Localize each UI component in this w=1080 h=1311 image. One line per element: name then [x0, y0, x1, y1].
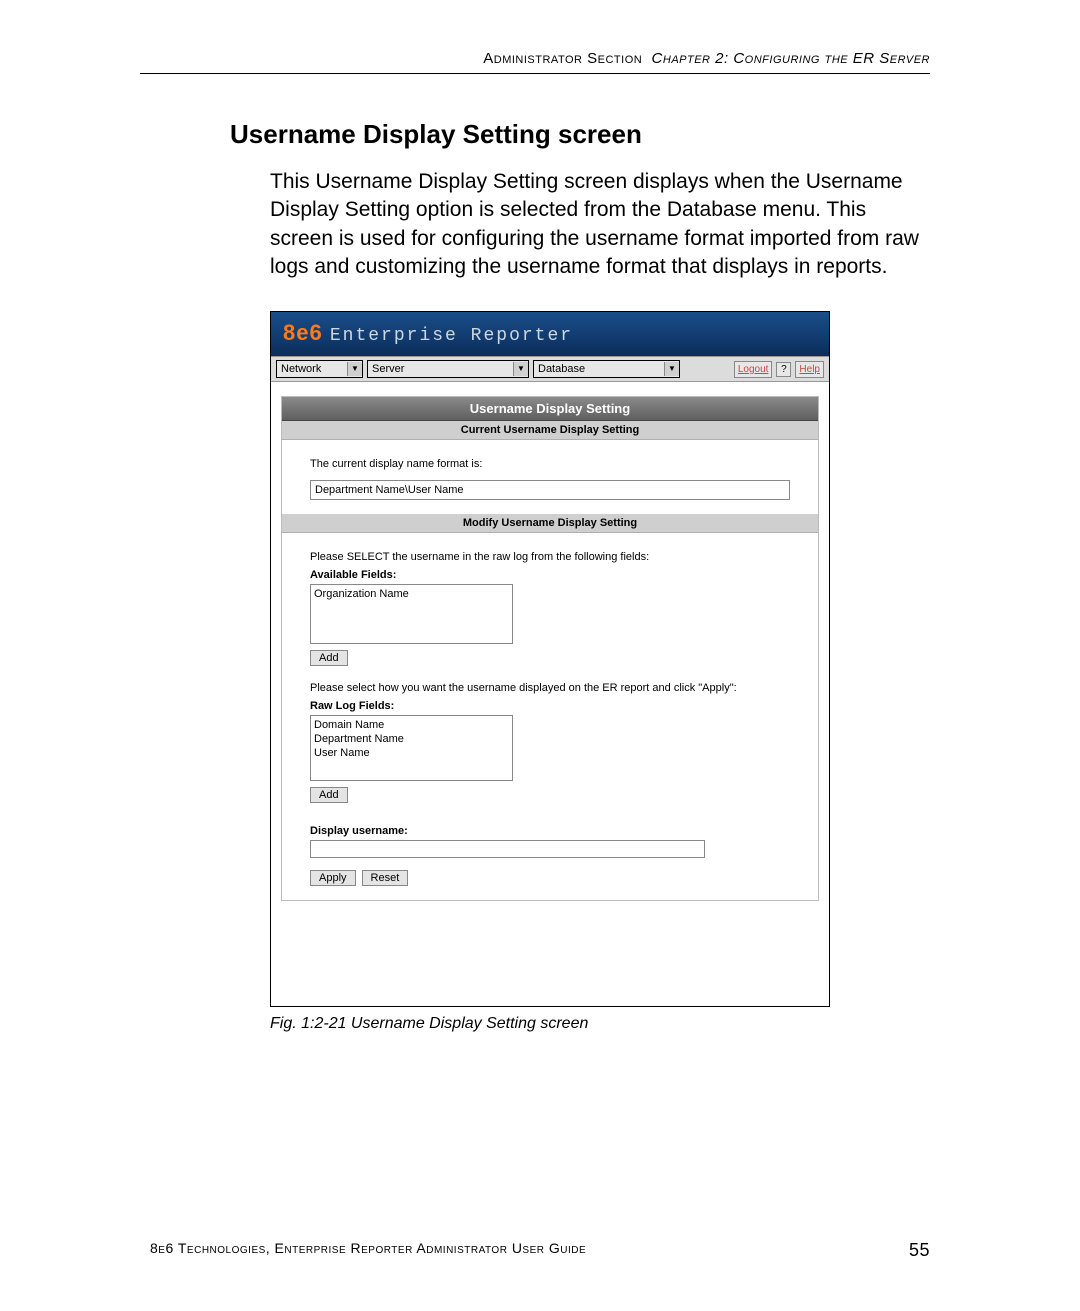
panel-title: Username Display Setting	[282, 397, 818, 421]
app-titlebar: 8e6 Enterprise Reporter	[271, 312, 829, 356]
page-title: Username Display Setting screen	[230, 119, 930, 150]
chevron-down-icon: ▼	[664, 362, 679, 376]
app-window: 8e6 Enterprise Reporter Network ▼ Server…	[270, 311, 830, 1007]
list-item[interactable]: Organization Name	[314, 587, 509, 601]
current-format-value: Department Name\User Name	[310, 480, 790, 500]
available-fields-list[interactable]: Organization Name	[310, 584, 513, 644]
footer-text: 8e6 Technologies, Enterprise Reporter Ad…	[150, 1240, 586, 1256]
display-prompt: Please select how you want the username …	[310, 682, 790, 694]
settings-panel: Username Display Setting Current Usernam…	[281, 396, 819, 901]
display-username-label: Display username:	[310, 825, 790, 837]
header-section: Administrator Section	[483, 50, 642, 67]
page-footer: 8e6 Technologies, Enterprise Reporter Ad…	[150, 1240, 930, 1261]
menu-network[interactable]: Network ▼	[276, 360, 363, 378]
help-icon[interactable]: ?	[776, 362, 791, 377]
select-prompt: Please SELECT the username in the raw lo…	[310, 551, 790, 563]
add-button-available[interactable]: Add	[310, 650, 348, 666]
list-item[interactable]: User Name	[314, 746, 509, 760]
menu-label: Server	[368, 363, 408, 375]
chevron-down-icon: ▼	[347, 362, 362, 376]
current-subheader: Current Username Display Setting	[282, 421, 818, 440]
reset-button[interactable]: Reset	[362, 870, 409, 886]
list-item[interactable]: Domain Name	[314, 718, 509, 732]
chevron-down-icon: ▼	[513, 362, 528, 376]
menubar: Network ▼ Server ▼ Database ▼ Logout ? H…	[271, 356, 829, 382]
intro-paragraph: This Username Display Setting screen dis…	[270, 168, 930, 281]
menu-database[interactable]: Database ▼	[533, 360, 680, 378]
header-chapter: Chapter 2: Configuring the ER Server	[652, 50, 930, 67]
menu-server[interactable]: Server ▼	[367, 360, 529, 378]
figure-caption: Fig. 1:2-21 Username Display Setting scr…	[270, 1015, 930, 1033]
raw-log-fields-list[interactable]: Domain Name Department Name User Name	[310, 715, 513, 781]
menu-label: Database	[534, 363, 589, 375]
client-area: Username Display Setting Current Usernam…	[271, 382, 829, 1006]
logout-link[interactable]: Logout	[734, 361, 773, 378]
display-username-input[interactable]	[310, 840, 705, 858]
logo-text: 8e6	[283, 320, 323, 345]
raw-log-fields-label: Raw Log Fields:	[310, 700, 790, 712]
menu-label: Network	[277, 363, 325, 375]
help-link[interactable]: Help	[795, 361, 824, 378]
product-name: Enterprise Reporter	[330, 326, 573, 346]
available-fields-label: Available Fields:	[310, 569, 790, 581]
add-button-raw[interactable]: Add	[310, 787, 348, 803]
current-format-label: The current display name format is:	[310, 458, 790, 470]
figure-screenshot: 8e6 Enterprise Reporter Network ▼ Server…	[270, 311, 830, 1007]
list-item[interactable]: Department Name	[314, 732, 509, 746]
apply-button[interactable]: Apply	[310, 870, 356, 886]
page-number: 55	[909, 1240, 930, 1261]
modify-subheader: Modify Username Display Setting	[282, 514, 818, 533]
running-header: Administrator Section Chapter 2: Configu…	[140, 50, 930, 74]
